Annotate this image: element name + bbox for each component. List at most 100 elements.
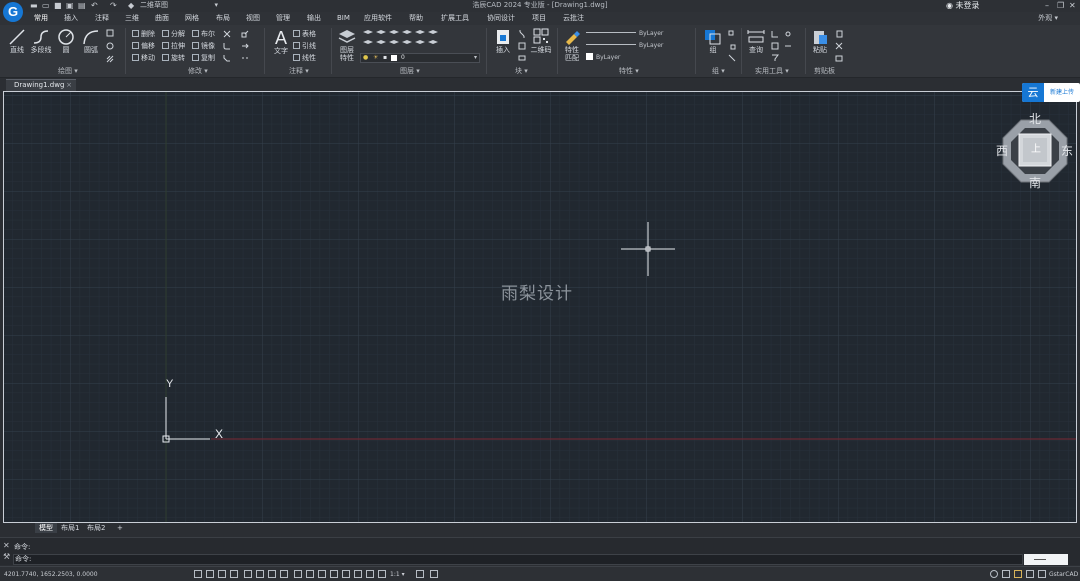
customize-icon[interactable] (1038, 570, 1046, 578)
break-icon[interactable] (241, 54, 249, 62)
coordinate-icon[interactable] (771, 30, 779, 38)
select-filter-icon[interactable] (771, 54, 779, 62)
viewcube-top[interactable]: 上 (1031, 143, 1041, 157)
close-button[interactable]: ✕ (1069, 0, 1076, 11)
color-select[interactable]: ByLayer (586, 29, 692, 39)
restore-button[interactable]: ❐ (1057, 0, 1064, 11)
group-button[interactable]: 组 (700, 28, 726, 54)
menu-view[interactable]: 视图 (246, 14, 260, 23)
polyline-button[interactable]: 多段线 (28, 28, 54, 54)
isolate-objects-icon[interactable] (430, 570, 438, 578)
workspace-switch-icon[interactable] (416, 570, 424, 578)
copy-clip-icon[interactable] (835, 30, 843, 38)
menu-home[interactable]: 常用 (34, 14, 48, 23)
chamfer-icon[interactable] (223, 54, 231, 62)
menu-help[interactable]: 帮助 (409, 14, 423, 23)
location-icon[interactable] (1014, 570, 1022, 578)
copy-base-icon[interactable] (835, 54, 843, 62)
quick-properties-icon[interactable] (366, 570, 374, 578)
group-select-icon[interactable] (728, 54, 736, 62)
ellipse-icon[interactable] (106, 42, 114, 50)
group-panel-label[interactable]: 组 ▾ (712, 67, 725, 76)
menu-mesh[interactable]: 网格 (185, 14, 199, 23)
menu-layout[interactable]: 布局 (216, 14, 230, 23)
layers-panel-label[interactable]: 图层 ▾ (400, 67, 420, 76)
clean-screen-icon[interactable] (1026, 570, 1034, 578)
otrack-icon[interactable] (256, 570, 264, 578)
scale-icon[interactable] (241, 30, 249, 38)
cloud-upload-button[interactable]: 云 新建上传 (1022, 83, 1080, 102)
add-layout-button[interactable]: + (113, 523, 127, 533)
annotation-scale[interactable]: 1:1 ▾ (390, 570, 405, 579)
clipboard-panel-label[interactable]: 剪贴板 (814, 67, 835, 76)
layer-properties-button[interactable]: 图层 特性 (334, 28, 360, 62)
mirror-button[interactable]: 镜像 (192, 41, 215, 52)
tab-model[interactable]: 模型 (35, 523, 57, 533)
lineweight-select[interactable]: ByLayer (586, 53, 692, 63)
command-panel-toggle[interactable] (1024, 554, 1068, 565)
snap-icon[interactable] (206, 570, 214, 578)
measure-button[interactable]: 查询 (743, 28, 769, 54)
gear-icon[interactable] (990, 570, 998, 578)
draw-panel-label[interactable]: 绘图 ▾ (58, 67, 78, 76)
transparency-icon[interactable] (306, 570, 314, 578)
explode-button[interactable]: 分解 (162, 29, 185, 40)
id-point-icon[interactable] (784, 30, 792, 38)
menu-project[interactable]: 项目 (532, 14, 546, 23)
command-settings-icon[interactable]: ⚒ (3, 552, 10, 562)
appearance-menu[interactable]: 外观 ▾ (1038, 14, 1058, 23)
osnap-icon[interactable] (244, 570, 252, 578)
block-panel-label[interactable]: 块 ▾ (515, 67, 528, 76)
close-tab-icon[interactable]: × (66, 80, 72, 91)
paste-button[interactable]: 粘贴 (807, 28, 833, 54)
ortho-icon[interactable] (218, 570, 226, 578)
dynamic-input-icon[interactable] (280, 570, 288, 578)
menu-apps[interactable]: 应用软件 (364, 14, 392, 23)
trim-icon[interactable] (223, 30, 231, 38)
menu-manage[interactable]: 管理 (276, 14, 290, 23)
rectangle-icon[interactable] (106, 29, 114, 37)
tab-layout1[interactable]: 布局1 (57, 523, 83, 533)
selection-cycling-icon[interactable] (318, 570, 326, 578)
annotation-panel-label[interactable]: 注释 ▾ (289, 67, 309, 76)
match-properties-button[interactable]: 特性 匹配 (559, 28, 585, 62)
move-button[interactable]: 移动 (132, 53, 155, 64)
polar-icon[interactable] (230, 570, 238, 578)
delete-button[interactable]: 删除 (132, 29, 155, 40)
document-tab[interactable]: Drawing1.dwg × (6, 79, 76, 91)
linear-dimension-button[interactable]: 线性 (293, 53, 316, 64)
menu-output[interactable]: 输出 (307, 14, 321, 23)
arc-button[interactable]: 圆弧 (78, 28, 104, 54)
ungroup-icon[interactable] (728, 30, 736, 38)
group-edit-icon[interactable] (728, 42, 736, 50)
tab-layout2[interactable]: 布局2 (83, 523, 109, 533)
leader-button[interactable]: 引线 (293, 41, 316, 52)
3d-osnap-icon[interactable] (330, 570, 338, 578)
menu-extensions[interactable]: 扩展工具 (441, 14, 469, 23)
rotate-button[interactable]: 旋转 (162, 53, 185, 64)
menu-insert[interactable]: 插入 (64, 14, 78, 23)
extend-icon[interactable] (241, 42, 249, 50)
offset-button[interactable]: 偏移 (132, 41, 155, 52)
viewcube-east[interactable]: 东 (1061, 144, 1073, 158)
properties-panel-label[interactable]: 特性 ▾ (619, 67, 639, 76)
utilities-panel-label[interactable]: 实用工具 ▾ (755, 67, 789, 76)
fillet-icon[interactable] (223, 42, 231, 50)
annotation-monitor-icon[interactable] (342, 570, 350, 578)
close-command-icon[interactable]: ✕ (3, 541, 10, 551)
login-button[interactable]: ◉ 未登录 (946, 0, 980, 11)
annotation-scale-icon[interactable] (378, 570, 386, 578)
quick-select-icon[interactable] (784, 42, 792, 50)
qrcode-button[interactable]: 二维码 (528, 28, 554, 54)
current-layer-select[interactable]: ● ☀ ▪ 0 ▾ (360, 53, 480, 63)
menu-bim[interactable]: BIM (337, 14, 350, 23)
modify-panel-label[interactable]: 修改 ▾ (188, 67, 208, 76)
viewcube-west[interactable]: 西 (996, 144, 1008, 158)
app-logo[interactable]: G (3, 2, 23, 22)
menu-3d[interactable]: 三维 (125, 14, 139, 23)
viewcube-south[interactable]: 南 (1029, 176, 1041, 190)
copy-button[interactable]: 复制 (192, 53, 215, 64)
dynamic-ucs-icon[interactable] (268, 570, 276, 578)
menu-collaboration[interactable]: 协同设计 (487, 14, 515, 23)
units-icon[interactable] (354, 570, 362, 578)
